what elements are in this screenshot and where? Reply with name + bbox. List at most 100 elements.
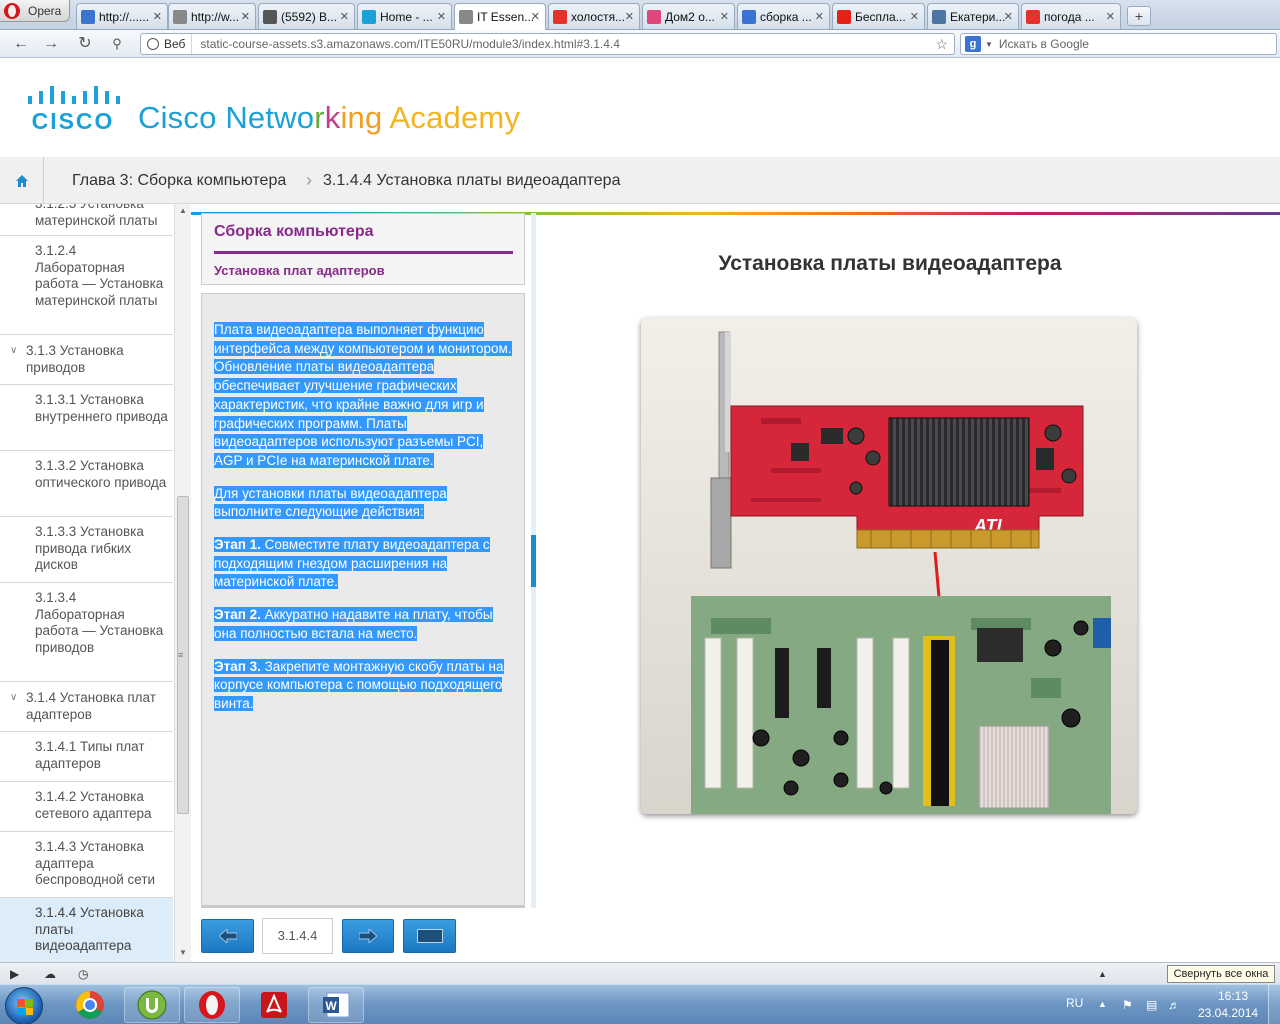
volume-icon[interactable]: ♬: [1168, 998, 1180, 1012]
web-badge[interactable]: Веб: [141, 34, 193, 54]
chrome-taskbar-button[interactable]: [62, 987, 118, 1023]
nav-topic[interactable]: ∨ 3.1.3 Установка приводов: [0, 335, 173, 385]
home-icon: [15, 174, 28, 187]
breadcrumb-topic: 3.1.4.4 Установка платы видеоадаптера: [323, 172, 621, 189]
panel-divider[interactable]: [531, 213, 536, 908]
language-indicator[interactable]: RU: [1066, 996, 1083, 1010]
speed-dial-icon[interactable]: ◷: [78, 967, 88, 981]
nav-item[interactable]: 3.1.4.3 Установка адаптера беспроводной …: [0, 832, 173, 898]
back-arrow-icon[interactable]: ←: [10, 34, 32, 54]
browser-tab[interactable]: IT Essen... ✕: [454, 3, 546, 30]
graphics-card-install-photo: ATI: [641, 318, 1137, 814]
tray-expand-icon[interactable]: ▲: [1098, 999, 1107, 1009]
browser-tab[interactable]: Home - ... ✕: [357, 3, 452, 29]
browser-tab[interactable]: (5592) В... ✕: [258, 3, 355, 29]
nav-item[interactable]: 3.1.4.2 Установка сетевого адаптера: [0, 782, 173, 832]
home-button[interactable]: [0, 157, 44, 204]
nav-item[interactable]: 3.1.3.4 Лабораторная работа — Установка …: [0, 583, 173, 682]
previous-page-button[interactable]: [201, 919, 254, 953]
divider-handle[interactable]: [531, 535, 536, 587]
action-center-icon[interactable]: ⚑: [1122, 998, 1133, 1012]
fullscreen-button[interactable]: [403, 919, 456, 953]
show-desktop-button[interactable]: [1268, 984, 1280, 1024]
navigation-scrollbar[interactable]: ▲ ≡ ▼: [174, 204, 191, 962]
utorrent-taskbar-button[interactable]: [124, 987, 180, 1023]
nav-topic[interactable]: ∨ 3.1.4 Установка плат адаптеров: [0, 682, 173, 732]
next-page-button[interactable]: [342, 919, 394, 953]
close-icon[interactable]: ✕: [720, 10, 729, 23]
nav-item[interactable]: 3.1.2.4 Лабораторная работа — Установка …: [0, 236, 173, 335]
close-icon[interactable]: ✕: [625, 10, 634, 23]
scroll-down-icon[interactable]: ▼: [179, 948, 187, 957]
panel-toggle-icon[interactable]: ▶: [10, 967, 19, 981]
search-box[interactable]: g ▼ Искать в Google: [960, 33, 1277, 55]
text-panel-header: Сборка компьютера Установка плат адаптер…: [201, 213, 525, 285]
arrow-left-icon: [202, 920, 253, 952]
browser-tab-title: холостя...: [571, 9, 626, 24]
word-taskbar-button[interactable]: W: [308, 987, 364, 1023]
url-text[interactable]: static-course-assets.s3.amazonaws.com/IT…: [192, 37, 935, 51]
close-icon[interactable]: ✕: [1106, 10, 1115, 23]
new-tab-button[interactable]: +: [1127, 6, 1151, 26]
flower-icon: [647, 9, 661, 24]
nav-item-label: 3.1.4.2 Установка сетевого адаптера: [35, 789, 152, 821]
breadcrumb-chapter[interactable]: Глава 3: Сборка компьютера: [72, 172, 286, 190]
google-icon[interactable]: g: [965, 36, 981, 52]
scroll-up-icon[interactable]: ▲: [1098, 969, 1107, 979]
browser-tab[interactable]: холостя... ✕: [548, 3, 640, 29]
cloud-icon[interactable]: ☁: [44, 967, 56, 981]
nav-item[interactable]: 3.1.2.3 Установка материнской платы: [0, 204, 173, 236]
lesson-text[interactable]: Плата видеоадаптера выполняет функцию ин…: [214, 321, 514, 728]
close-icon[interactable]: ✕: [1004, 10, 1013, 23]
browser-tab[interactable]: Екатери... ✕: [927, 3, 1019, 29]
browser-tab[interactable]: сборка ... ✕: [737, 3, 830, 29]
close-icon[interactable]: ✕: [153, 10, 162, 23]
close-icon[interactable]: ✕: [910, 10, 919, 23]
browser-tab[interactable]: погода ... ✕: [1021, 3, 1121, 29]
chevron-down-icon[interactable]: ▼: [985, 40, 993, 49]
page-icon: [173, 9, 187, 24]
browser-tab[interactable]: http://...... ✕: [76, 3, 168, 29]
opera-menu-button[interactable]: Opera: [0, 0, 70, 22]
nav-item[interactable]: 3.1.3.1 Установка внутреннего привода: [0, 385, 173, 451]
start-button[interactable]: [5, 987, 43, 1024]
browser-tab[interactable]: Дом2 о... ✕: [642, 3, 735, 29]
section-title: Сборка компьютера: [214, 223, 374, 240]
browser-tab[interactable]: http://w... ✕: [168, 3, 256, 29]
bookmark-star-icon[interactable]: ☆: [935, 36, 954, 53]
close-icon[interactable]: ✕: [437, 10, 446, 23]
key-icon[interactable]: ⚲: [106, 34, 128, 54]
forward-arrow-icon[interactable]: →: [40, 34, 62, 54]
close-icon[interactable]: ✕: [815, 10, 824, 23]
reload-icon[interactable]: ↻: [74, 34, 96, 54]
acrobat-taskbar-button[interactable]: [246, 987, 302, 1023]
close-icon[interactable]: ✕: [531, 10, 540, 23]
nav-item[interactable]: 3.1.3.2 Установка оптического привода: [0, 451, 173, 517]
nav-item[interactable]: 3.1.3.3 Установка привода гибких дисков: [0, 517, 173, 583]
acrobat-icon: [261, 992, 287, 1018]
media-title: Установка платы видеоадаптера: [718, 252, 1062, 275]
svg-text:W: W: [325, 999, 337, 1013]
nav-item-label: 3.1.4.1 Типы плат адаптеров: [35, 739, 145, 771]
nav-item[interactable]: 3.1.4.1 Типы плат адаптеров: [0, 732, 173, 782]
nav-item-label: 3.1.4.3 Установка адаптера беспроводной …: [35, 839, 156, 887]
close-icon[interactable]: ✕: [340, 10, 349, 23]
browser-tab[interactable]: Бесплa... ✕: [832, 3, 925, 29]
cisco-logo[interactable]: CISCO: [26, 83, 121, 133]
address-bar[interactable]: Веб static-course-assets.s3.amazonaws.co…: [140, 33, 955, 55]
network-icon[interactable]: ▤: [1146, 998, 1157, 1012]
nav-item-label: 3.1.3.3 Установка привода гибких дисков: [35, 524, 144, 572]
yandex-icon: [553, 9, 567, 24]
close-icon[interactable]: ✕: [241, 10, 250, 23]
clock-time[interactable]: 16:13: [1213, 989, 1253, 1003]
windows-logo-icon: [17, 999, 33, 1015]
chevron-down-icon[interactable]: ∨: [10, 690, 17, 707]
nav-item-label: 3.1.3.2 Установка оптического привода: [35, 458, 167, 490]
compass-icon: [81, 9, 95, 24]
opera-menu-label: Opera: [28, 3, 62, 18]
chevron-down-icon[interactable]: ∨: [10, 343, 17, 360]
opera-taskbar-button[interactable]: [184, 987, 240, 1023]
scroll-up-icon[interactable]: ▲: [179, 206, 187, 215]
nav-item-current[interactable]: 3.1.4.4 Установка платы видеоадаптера: [0, 898, 173, 962]
clock-date[interactable]: 23.04.2014: [1198, 1006, 1258, 1020]
